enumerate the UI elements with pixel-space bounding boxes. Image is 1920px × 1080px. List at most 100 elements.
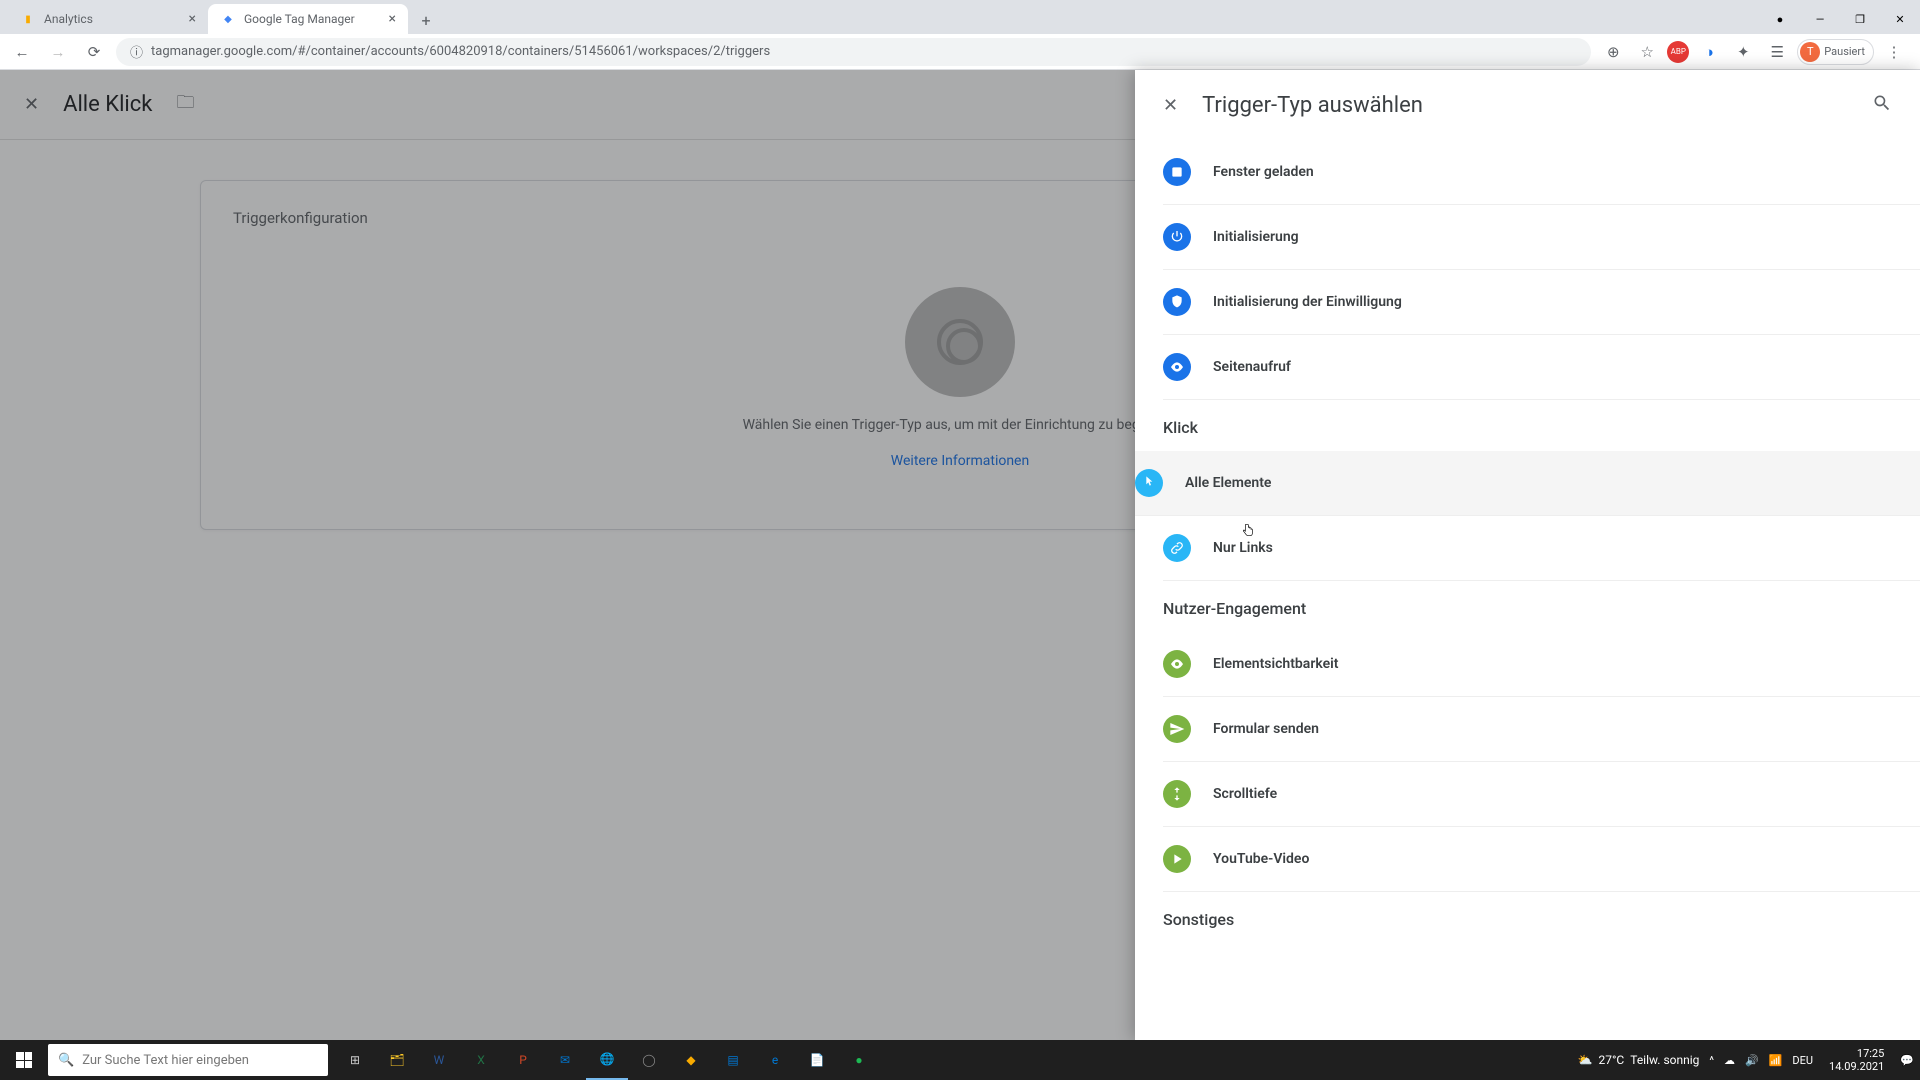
browser-tab-strip: ▮ Analytics × ◆ Google Tag Manager × + ●… <box>0 0 1920 34</box>
extension-abp-icon[interactable]: ABP <box>1667 41 1689 63</box>
close-window-button[interactable]: ✕ <box>1880 4 1920 34</box>
dot-icon[interactable]: ● <box>1760 4 1800 34</box>
search-icon: 🔍 <box>58 1053 74 1068</box>
site-info-icon[interactable]: ⓘ <box>130 42 143 61</box>
panel-header: ✕ Trigger-Typ auswählen <box>1135 70 1920 140</box>
trigger-type-window-loaded[interactable]: Fenster geladen <box>1163 140 1920 205</box>
trigger-type-scroll-depth[interactable]: Scrolltiefe <box>1163 762 1920 827</box>
trigger-type-form-submit[interactable]: Formular senden <box>1163 697 1920 762</box>
section-label: Klick <box>1163 400 1920 451</box>
forward-button[interactable]: → <box>44 38 72 66</box>
tab-title: Analytics <box>44 12 93 26</box>
pointer-icon <box>1135 469 1163 497</box>
tab-title: Google Tag Manager <box>244 12 355 26</box>
shield-icon <box>1163 288 1191 316</box>
search-icon[interactable] <box>1872 93 1892 118</box>
start-button[interactable] <box>0 1040 48 1080</box>
weather-temp: 27°C <box>1598 1053 1624 1067</box>
app-misc2[interactable]: ▤ <box>712 1040 754 1080</box>
section-label: Sonstiges <box>1163 892 1920 943</box>
maximize-button[interactable]: ❐ <box>1840 4 1880 34</box>
extension-icons: ⊕ ☆ ABP ◑ ✦ ☰ T Pausiert ⋮ <box>1599 38 1912 66</box>
app-chrome[interactable]: 🌐 <box>586 1040 628 1080</box>
app-notepad[interactable]: 📄 <box>796 1040 838 1080</box>
app-word[interactable]: W <box>418 1040 460 1080</box>
tray-wifi-icon[interactable]: 📶 <box>1769 1054 1783 1067</box>
minimize-button[interactable]: — <box>1800 4 1840 34</box>
trigger-type-label: Initialisierung <box>1213 229 1299 245</box>
weather-desc: Teilw. sonnig <box>1630 1053 1699 1067</box>
trigger-type-consent-init[interactable]: Initialisierung der Einwilligung <box>1163 270 1920 335</box>
back-button[interactable]: ← <box>8 38 36 66</box>
tray-chevron-icon[interactable]: ^ <box>1709 1054 1714 1067</box>
taskbar-clock[interactable]: 17:25 14.09.2021 <box>1823 1047 1890 1073</box>
star-icon[interactable]: ☆ <box>1633 38 1661 66</box>
send-icon <box>1163 715 1191 743</box>
trigger-type-label: Nur Links <box>1213 540 1273 556</box>
trigger-type-label: YouTube-Video <box>1213 851 1309 867</box>
reload-button[interactable]: ⟳ <box>80 38 108 66</box>
window-controls: ● — ❐ ✕ <box>1760 4 1920 34</box>
link-icon <box>1163 534 1191 562</box>
windows-taskbar: 🔍 Zur Suche Text hier eingeben ⊞ 🗂 W X P… <box>0 1040 1920 1080</box>
trigger-type-all-elements[interactable]: Alle Elemente <box>1135 451 1920 516</box>
search-icon[interactable]: ⊕ <box>1599 38 1627 66</box>
gtm-app: ✕ Alle Klick 🗀 Triggerkonfiguration Wähl… <box>0 70 1920 1040</box>
close-icon[interactable]: ✕ <box>1163 95 1178 116</box>
new-tab-button[interactable]: + <box>412 6 440 34</box>
section-label: Nutzer-Engagement <box>1163 581 1920 632</box>
taskbar-search[interactable]: 🔍 Zur Suche Text hier eingeben <box>48 1044 328 1076</box>
reading-list-icon[interactable]: ☰ <box>1763 38 1791 66</box>
weather-icon: ⛅ <box>1578 1053 1593 1067</box>
app-spotify[interactable]: ● <box>838 1040 880 1080</box>
app-mail[interactable]: ✉ <box>544 1040 586 1080</box>
taskbar-apps: ⊞ 🗂 W X P ✉ 🌐 ◯ ◆ ▤ e 📄 ● <box>334 1040 880 1080</box>
tray-volume-icon[interactable]: 🔊 <box>1745 1054 1759 1067</box>
trigger-type-youtube[interactable]: YouTube-Video <box>1163 827 1920 892</box>
panel-title: Trigger-Typ auswählen <box>1202 93 1423 118</box>
address-bar[interactable]: ⓘ tagmanager.google.com/#/container/acco… <box>116 38 1591 66</box>
tray-onedrive-icon[interactable]: ☁ <box>1724 1054 1735 1067</box>
power-icon <box>1163 223 1191 251</box>
trigger-type-visibility[interactable]: Elementsichtbarkeit <box>1163 632 1920 697</box>
tab-analytics[interactable]: ▮ Analytics × <box>8 4 208 34</box>
eye-icon <box>1163 353 1191 381</box>
search-placeholder: Zur Suche Text hier eingeben <box>82 1053 249 1068</box>
notifications-icon[interactable]: 💬 <box>1900 1054 1914 1067</box>
trigger-type-initialization[interactable]: Initialisierung <box>1163 205 1920 270</box>
app-explorer[interactable]: 🗂 <box>376 1040 418 1080</box>
profile-chip[interactable]: T Pausiert <box>1797 39 1874 65</box>
clock-date: 14.09.2021 <box>1829 1060 1884 1073</box>
app-edge[interactable]: e <box>754 1040 796 1080</box>
menu-icon[interactable]: ⋮ <box>1880 38 1908 66</box>
trigger-type-label: Fenster geladen <box>1213 164 1314 180</box>
trigger-type-label: Initialisierung der Einwilligung <box>1213 294 1402 310</box>
weather-widget[interactable]: ⛅ 27°C Teilw. sonnig <box>1578 1053 1700 1067</box>
trigger-type-label: Elementsichtbarkeit <box>1213 656 1339 672</box>
tab-gtm[interactable]: ◆ Google Tag Manager × <box>208 4 408 34</box>
close-icon[interactable]: × <box>389 11 396 27</box>
profile-status: Pausiert <box>1824 45 1865 58</box>
clock-time: 17:25 <box>1829 1047 1884 1060</box>
gtm-favicon-icon: ◆ <box>220 11 236 27</box>
scroll-icon <box>1163 780 1191 808</box>
tray-lang[interactable]: DEU <box>1792 1054 1813 1067</box>
trigger-type-just-links[interactable]: Nur Links <box>1163 516 1920 581</box>
trigger-type-label: Seitenaufruf <box>1213 359 1291 375</box>
panel-body[interactable]: Fenster geladen Initialisierung Initialisi… <box>1135 140 1920 1040</box>
close-icon[interactable]: × <box>189 11 196 27</box>
app-powerpoint[interactable]: P <box>502 1040 544 1080</box>
extension-tag-icon[interactable]: ◑ <box>1695 38 1723 66</box>
windows-logo-icon <box>16 1052 32 1068</box>
trigger-type-pageview[interactable]: Seitenaufruf <box>1163 335 1920 400</box>
app-excel[interactable]: X <box>460 1040 502 1080</box>
trigger-type-label: Scrolltiefe <box>1213 786 1277 802</box>
app-obs[interactable]: ◯ <box>628 1040 670 1080</box>
square-icon <box>1163 158 1191 186</box>
url-text: tagmanager.google.com/#/container/accoun… <box>151 44 770 59</box>
extensions-menu-icon[interactable]: ✦ <box>1729 38 1757 66</box>
app-misc1[interactable]: ◆ <box>670 1040 712 1080</box>
eye-icon <box>1163 650 1191 678</box>
task-view-button[interactable]: ⊞ <box>334 1040 376 1080</box>
trigger-type-label: Alle Elemente <box>1185 475 1271 491</box>
